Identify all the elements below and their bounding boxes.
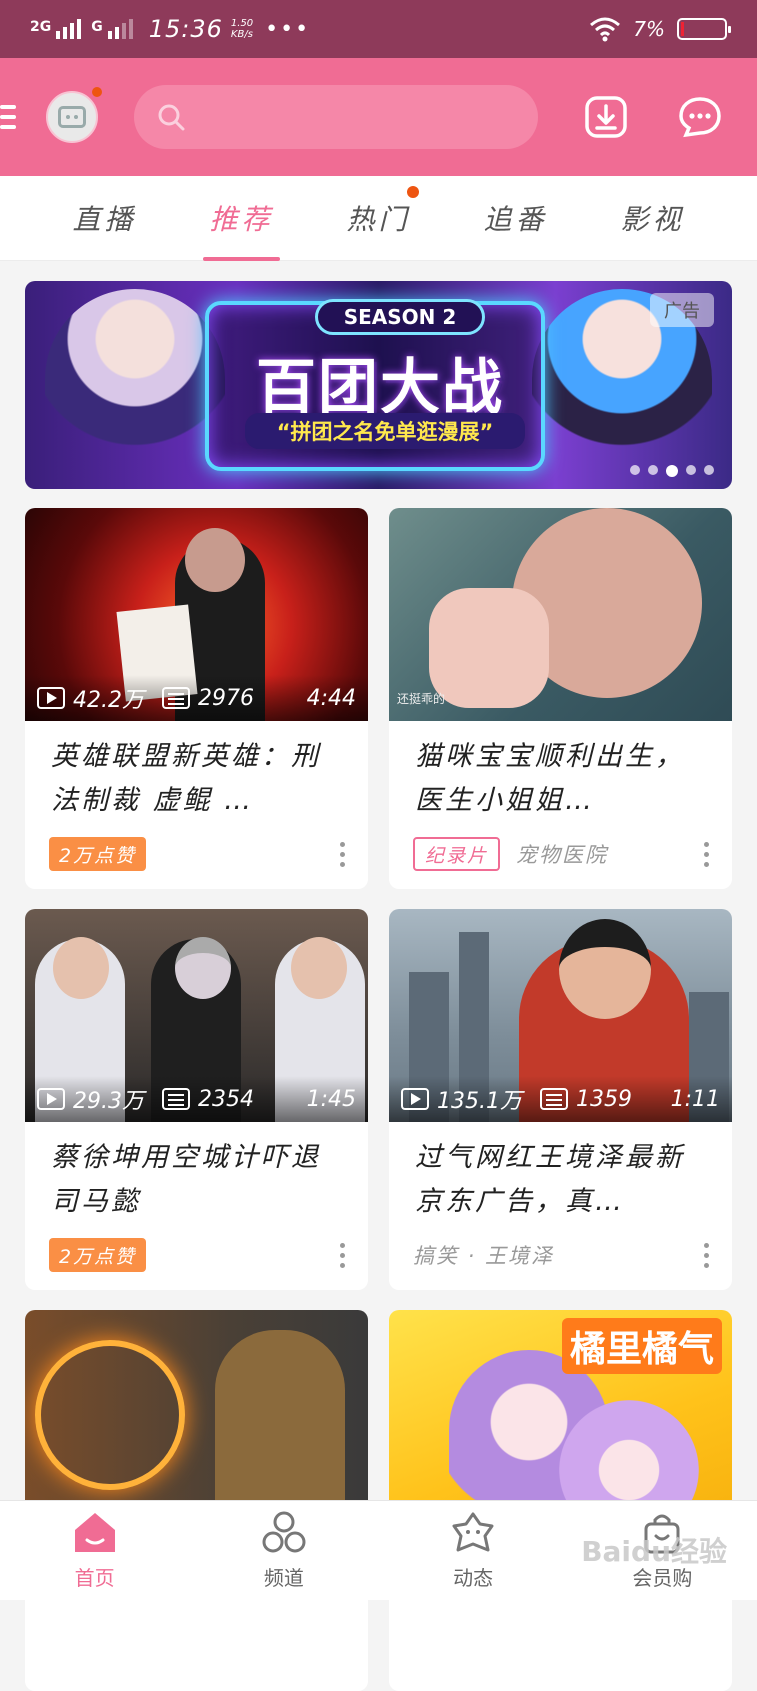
battery-icon [677, 18, 731, 40]
network-speed: 1.50 KB/s [230, 18, 254, 40]
more-options-icon[interactable] [340, 1242, 346, 1268]
search-icon [158, 104, 185, 131]
clock: 15:36 [148, 15, 223, 43]
home-icon [74, 1513, 115, 1552]
video-stats: 29.3万 2354 1:45 [25, 1076, 368, 1122]
watermark: Baidu经验 [581, 1535, 727, 1568]
nav-home[interactable]: 首页 [35, 1510, 155, 1591]
download-icon[interactable] [584, 95, 628, 139]
video-thumbnail: 橘里橘气 [389, 1310, 732, 1523]
pager-dot-active [666, 465, 678, 477]
video-stats: 135.1万 1359 1:11 [389, 1076, 732, 1122]
view-count: 42.2万 [73, 688, 144, 713]
more-options-icon[interactable] [704, 1242, 710, 1268]
tab-movies[interactable]: 影视 [620, 176, 684, 261]
pager-dot [648, 465, 658, 475]
thumbnail-caption: 还挺乖的 [397, 692, 446, 706]
tab-recommend[interactable]: 推荐 [203, 176, 280, 261]
promo-banner[interactable]: SEASON 2 百团大战 “拼团之名免单逛漫展” 广告 [25, 281, 732, 489]
video-title: 英雄联盟新英雄：刑法制裁 虚鲲 … [51, 741, 321, 816]
video-tag: 宠物医院 [516, 843, 609, 867]
video-title: 猫咪宝宝顺利出生，医生小姐姐… [415, 741, 685, 816]
wifi-icon [590, 17, 621, 42]
status-bar: 2G G 15:36 1.50 KB/s ••• 7% [0, 0, 757, 58]
more-options-icon[interactable] [340, 841, 346, 867]
signal-icon: 2G [30, 19, 82, 39]
nav-dynamic[interactable]: 动态 [413, 1510, 533, 1591]
duration: 1:11 [670, 1086, 720, 1112]
danmaku-icon [162, 1088, 190, 1110]
play-count-icon [37, 1088, 65, 1110]
danmaku-count: 2354 [198, 1086, 254, 1112]
video-thumbnail [25, 1310, 368, 1523]
likes-badge: 2万点赞 [49, 1238, 147, 1272]
video-card[interactable]: 135.1万 1359 1:11 过气网红王境泽最新京东广告，真… 搞笑 · 王… [389, 909, 732, 1290]
pager-dot [686, 465, 696, 475]
view-count: 29.3万 [73, 1089, 144, 1114]
danmaku-count: 1359 [575, 1086, 632, 1112]
signal-icon-2: G [91, 19, 133, 39]
tv-mascot-icon [58, 106, 86, 128]
danmaku-count: 2976 [198, 685, 254, 711]
duration: 1:45 [306, 1086, 356, 1112]
search-input[interactable] [134, 85, 538, 149]
tab-hot[interactable]: 热门 [346, 176, 419, 261]
video-tag: 搞笑 · 王境泽 [413, 1244, 555, 1268]
video-card[interactable]: 还挺乖的 猫咪宝宝顺利出生，医生小姐姐… 纪录片 宠物医院 [389, 508, 732, 889]
ad-badge: 广告 [650, 293, 714, 327]
banner-season: SEASON 2 [315, 299, 485, 335]
pager-dot [630, 465, 640, 475]
nav-channels[interactable]: 频道 [224, 1510, 344, 1591]
play-count-icon [401, 1088, 429, 1110]
danmaku-icon [162, 687, 190, 709]
tab-anime[interactable]: 追番 [483, 176, 547, 261]
pager-dot [704, 465, 714, 475]
new-dot [406, 185, 419, 198]
video-thumbnail: 29.3万 2354 1:45 [25, 909, 368, 1122]
likes-badge: 2万点赞 [49, 837, 147, 871]
channels-icon [262, 1511, 306, 1553]
banner-subtitle: “拼团之名免单逛漫展” [245, 413, 525, 449]
video-thumbnail: 还挺乖的 [389, 508, 732, 721]
thumbnail-text: 橘里橘气 [561, 1318, 722, 1374]
banner-character-left [45, 289, 225, 489]
tab-bar: 直播 推荐 热门 追番 影视 [0, 176, 757, 261]
category-badge: 纪录片 [413, 837, 501, 871]
duration: 4:44 [306, 685, 356, 711]
banner-pager [630, 465, 714, 477]
menu-icon[interactable] [0, 105, 20, 129]
video-thumbnail: 135.1万 1359 1:11 [389, 909, 732, 1122]
app-header [0, 58, 757, 176]
video-card[interactable]: 29.3万 2354 1:45 蔡徐坤用空城计吓退司马懿 2万点赞 [25, 909, 368, 1290]
more-options-icon[interactable] [704, 841, 710, 867]
more-notifications-icon: ••• [265, 16, 311, 42]
video-title: 过气网红王境泽最新京东广告，真… [415, 1142, 685, 1217]
notification-dot [90, 85, 104, 99]
avatar[interactable] [46, 85, 104, 143]
video-card[interactable]: 42.2万 2976 4:44 英雄联盟新英雄：刑法制裁 虚鲲 … 2万点赞 [25, 508, 368, 889]
dynamic-icon [452, 1512, 494, 1552]
battery-percent: 7% [633, 17, 665, 41]
tab-live[interactable]: 直播 [72, 176, 136, 261]
view-count: 135.1万 [437, 1089, 522, 1114]
video-title: 蔡徐坤用空城计吓退司马懿 [51, 1142, 321, 1217]
video-stats: 42.2万 2976 4:44 [25, 675, 368, 721]
message-icon[interactable] [678, 95, 722, 139]
video-thumbnail: 42.2万 2976 4:44 [25, 508, 368, 721]
bottom-navigation: 首页 频道 动态 会员购 Baidu经验 [0, 1500, 757, 1600]
play-count-icon [37, 687, 65, 709]
danmaku-icon [539, 1088, 568, 1110]
